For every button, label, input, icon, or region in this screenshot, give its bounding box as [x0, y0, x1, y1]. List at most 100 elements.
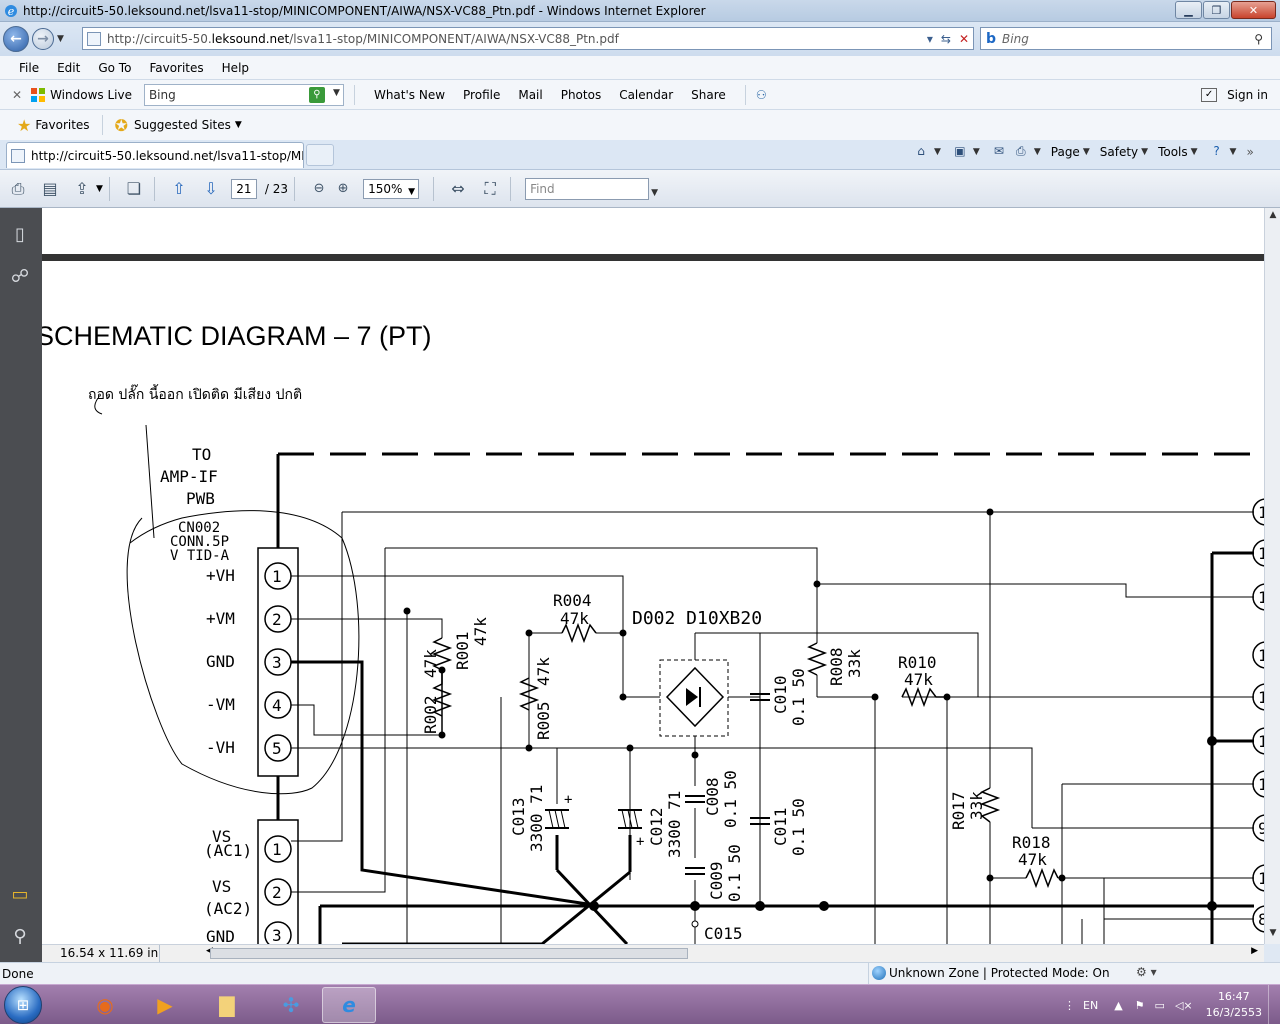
- chevron-down-icon[interactable]: ▼: [96, 184, 103, 194]
- link-whats-new[interactable]: What's New: [365, 88, 454, 102]
- taskbar-network-app[interactable]: ✣: [264, 987, 318, 1023]
- action-center-icon[interactable]: ⚑: [1135, 999, 1145, 1012]
- security-zone[interactable]: Unknown Zone | Protected Mode: On: [868, 963, 1110, 984]
- forward-button[interactable]: →: [32, 28, 54, 50]
- vertical-scrollbar[interactable]: ▲ ▼: [1264, 208, 1280, 944]
- home-icon[interactable]: ⌂: [912, 144, 930, 160]
- maximize-button[interactable]: ❐: [1203, 1, 1230, 19]
- fit-page-icon[interactable]: ⛶: [476, 176, 504, 202]
- link-photos[interactable]: Photos: [552, 88, 610, 102]
- zoom-in-icon[interactable]: ⊕: [329, 176, 357, 202]
- horizontal-scrollbar[interactable]: [204, 947, 1280, 960]
- share-icon[interactable]: ⇪: [68, 176, 96, 202]
- back-arrow-icon: ←: [10, 31, 22, 47]
- refresh-icon[interactable]: ⇆: [941, 32, 951, 46]
- print-icon[interactable]: ⎙: [4, 176, 32, 202]
- comments-icon[interactable]: ▭: [9, 884, 31, 906]
- scroll-up-icon[interactable]: ▲: [1267, 210, 1279, 224]
- zoom-level-icon[interactable]: ⚙ ▾: [1136, 965, 1157, 979]
- svg-text:+: +: [564, 792, 572, 808]
- scroll-down-icon[interactable]: ▼: [1267, 928, 1279, 942]
- minimize-button[interactable]: ▁: [1175, 1, 1202, 19]
- divider: [294, 176, 296, 201]
- messenger-icon[interactable]: ⚇: [756, 88, 767, 102]
- link-mail[interactable]: Mail: [509, 88, 551, 102]
- next-page-icon[interactable]: ⇩: [197, 176, 225, 202]
- menu-favorites[interactable]: Favorites: [140, 61, 212, 75]
- windows-live-label[interactable]: Windows Live: [50, 88, 132, 102]
- language-indicator[interactable]: EN: [1083, 999, 1098, 1012]
- previous-page-icon[interactable]: ⇧: [165, 176, 193, 202]
- recent-pages-dropdown[interactable]: ▼: [57, 34, 64, 44]
- close-toolbar-icon[interactable]: ✕: [12, 88, 22, 102]
- chevron-down-icon[interactable]: ▼: [1083, 147, 1090, 157]
- find-input[interactable]: Find ▼: [525, 177, 658, 200]
- menu-help[interactable]: Help: [213, 61, 258, 75]
- page-menu[interactable]: Page: [1051, 145, 1080, 159]
- chevron-down-icon[interactable]: ▼: [934, 147, 941, 157]
- search-input[interactable]: b Bing ⚲: [980, 27, 1272, 50]
- zoom-select[interactable]: 150% ▼: [363, 178, 420, 199]
- new-tab-button[interactable]: [306, 144, 334, 166]
- chevron-down-icon[interactable]: ▼: [1230, 147, 1237, 157]
- page-number-input[interactable]: 21: [230, 178, 257, 199]
- address-bar[interactable]: http://circuit5-50. leksound.net/lsva11-s…: [82, 27, 974, 50]
- conn-label-line3: V TID-A: [170, 548, 230, 564]
- volume-icon[interactable]: ◁×: [1175, 999, 1193, 1012]
- live-search-value: Bing: [148, 87, 176, 102]
- help-icon[interactable]: ?: [1208, 144, 1226, 160]
- comment-icon[interactable]: ❏: [120, 176, 148, 202]
- close-button[interactable]: ✕: [1231, 1, 1276, 19]
- menu-file[interactable]: File: [10, 61, 48, 75]
- menu-goto[interactable]: Go To: [89, 61, 140, 75]
- chevron-down-icon[interactable]: ▼: [651, 183, 658, 203]
- favorites-button[interactable]: Favorites: [35, 118, 89, 132]
- taskbar-internet-explorer[interactable]: e: [322, 987, 376, 1023]
- menu-edit[interactable]: Edit: [48, 61, 89, 75]
- search-go-icon[interactable]: ⚲: [308, 86, 325, 103]
- taskbar-media-player[interactable]: ▶: [138, 987, 192, 1023]
- network-icon[interactable]: ▭: [1155, 999, 1165, 1012]
- checkbox-icon[interactable]: ✓: [1201, 87, 1218, 102]
- chevron-down-icon[interactable]: ▼: [1191, 147, 1198, 157]
- start-button[interactable]: ⊞: [4, 986, 42, 1024]
- address-dropdown-icon[interactable]: ▾: [927, 32, 933, 46]
- tools-menu[interactable]: Tools: [1158, 145, 1188, 159]
- print-icon[interactable]: ⎙: [1012, 144, 1030, 160]
- link-share[interactable]: Share: [682, 88, 735, 102]
- scroll-thumb[interactable]: [210, 948, 688, 959]
- feeds-icon[interactable]: ▣: [951, 144, 969, 160]
- chevron-down-icon[interactable]: ▼: [1034, 147, 1041, 157]
- link-profile[interactable]: Profile: [454, 88, 509, 102]
- search-icon[interactable]: ⚲: [1254, 32, 1263, 46]
- save-icon[interactable]: ▤: [36, 176, 64, 202]
- sign-in-link[interactable]: Sign in: [1227, 88, 1268, 102]
- live-search-input[interactable]: Bing ⚲ ▼: [143, 83, 344, 106]
- show-desktop-button[interactable]: [1268, 985, 1280, 1024]
- tab-current[interactable]: http://circuit5-50.leksound.net/lsva11-s…: [6, 142, 304, 168]
- suggested-sites-button[interactable]: Suggested Sites: [134, 118, 231, 132]
- taskbar-firefox[interactable]: ◉: [78, 987, 132, 1023]
- label-c009-value: 0.1 50: [725, 844, 744, 902]
- scroll-right-icon[interactable]: ▶: [1251, 946, 1258, 956]
- more-icon[interactable]: »: [1246, 145, 1253, 159]
- clock[interactable]: 16:47 16/3/2553: [1206, 989, 1262, 1021]
- pages-panel-icon[interactable]: ▯: [9, 224, 31, 246]
- back-button[interactable]: ←: [3, 26, 29, 52]
- fit-width-icon[interactable]: ⇔: [444, 176, 472, 202]
- chevron-down-icon[interactable]: ▼: [333, 88, 340, 98]
- link-calendar[interactable]: Calendar: [610, 88, 682, 102]
- stop-icon[interactable]: ✕: [959, 32, 969, 46]
- tray-expand-icon[interactable]: ▲: [1114, 999, 1122, 1012]
- label-d002: D002 D10XB20: [632, 608, 762, 629]
- binoculars-icon[interactable]: ☍: [9, 266, 31, 288]
- tab-row: http://circuit5-50.leksound.net/lsva11-s…: [0, 140, 1280, 170]
- safety-menu[interactable]: Safety: [1100, 145, 1138, 159]
- chevron-down-icon[interactable]: ▼: [1141, 147, 1148, 157]
- chevron-down-icon[interactable]: ▼: [235, 120, 242, 130]
- label-r004-value: 47k: [560, 609, 589, 628]
- taskbar-explorer[interactable]: ▇: [200, 987, 254, 1023]
- add-favorites-icon[interactable]: ✪: [115, 116, 128, 135]
- chevron-down-icon[interactable]: ▼: [973, 147, 980, 157]
- mail-icon[interactable]: ✉: [990, 144, 1008, 160]
